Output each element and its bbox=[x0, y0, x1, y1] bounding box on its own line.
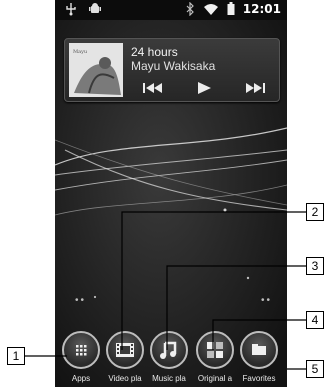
dock-label-favorites: Favorites bbox=[242, 374, 276, 383]
album-art[interactable]: Mayu bbox=[69, 43, 123, 97]
callout-4: 4 bbox=[306, 311, 324, 329]
play-icon[interactable] bbox=[187, 79, 221, 97]
dock-item-original-app[interactable]: Original a bbox=[194, 327, 238, 387]
svg-text:Mayu: Mayu bbox=[73, 49, 88, 55]
page-indicator-right: •• bbox=[261, 295, 273, 306]
squares-icon bbox=[207, 342, 223, 358]
music-widget[interactable]: Mayu 24 hours Mayu Wakisaka bbox=[64, 38, 280, 102]
android-debug-icon bbox=[89, 3, 101, 13]
page-indicator-left: •• bbox=[75, 295, 87, 306]
video-player-button[interactable] bbox=[106, 331, 144, 369]
dock: Apps Video pla Music pla Original a Favo… bbox=[55, 327, 287, 387]
clock: 12:01 bbox=[242, 2, 281, 16]
wifi-icon bbox=[203, 4, 218, 15]
playback-controls bbox=[137, 79, 277, 97]
status-bar: 12:01 bbox=[55, 0, 287, 20]
dock-label-video-player: Video pla bbox=[108, 374, 142, 383]
album-art-image: Mayu bbox=[69, 43, 123, 97]
callout-1: 1 bbox=[7, 347, 25, 365]
dock-item-apps[interactable]: Apps bbox=[60, 327, 104, 387]
usb-icon bbox=[66, 3, 76, 16]
dock-label-music-player: Music pla bbox=[152, 374, 186, 383]
apps-grid-icon bbox=[76, 345, 87, 356]
dock-item-favorites[interactable]: Favorites bbox=[238, 327, 282, 387]
phone-screen: 12:01 Mayu 24 hours Mayu Wakisaka •• •• … bbox=[55, 0, 287, 387]
artist-name: Mayu Wakisaka bbox=[131, 59, 216, 73]
film-icon bbox=[116, 343, 134, 357]
callout-2: 2 bbox=[306, 203, 324, 221]
dock-item-music-player[interactable]: Music pla bbox=[148, 327, 192, 387]
music-note-icon bbox=[160, 341, 177, 359]
bluetooth-icon bbox=[186, 2, 194, 16]
favorites-button[interactable] bbox=[240, 331, 278, 369]
dock-item-video-player[interactable]: Video pla bbox=[104, 327, 148, 387]
music-player-button[interactable] bbox=[150, 331, 188, 369]
battery-icon bbox=[227, 2, 235, 15]
song-title: 24 hours bbox=[131, 45, 178, 59]
callout-3: 3 bbox=[306, 257, 324, 275]
next-icon[interactable] bbox=[237, 79, 271, 97]
dock-label-original-app: Original a bbox=[197, 374, 233, 383]
folder-icon bbox=[252, 344, 266, 355]
apps-button[interactable] bbox=[62, 331, 100, 369]
callout-5: 5 bbox=[306, 360, 324, 378]
previous-icon[interactable] bbox=[137, 79, 171, 97]
dock-label-apps: Apps bbox=[71, 374, 91, 383]
original-app-button[interactable] bbox=[196, 331, 234, 369]
